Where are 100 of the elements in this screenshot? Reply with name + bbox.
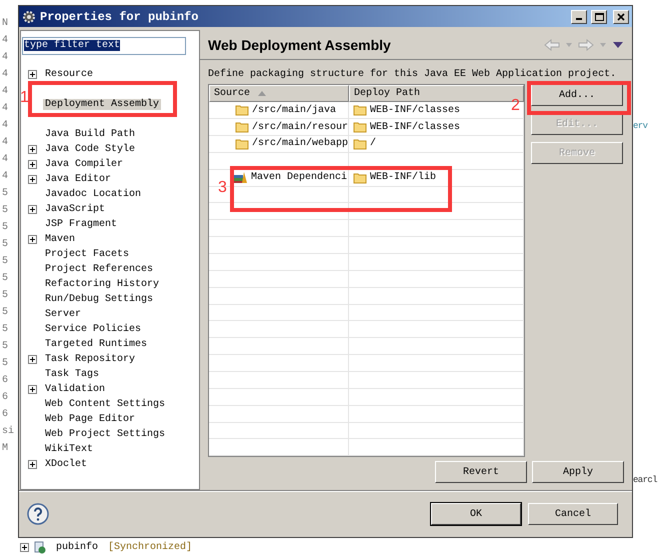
text-fragment: earcl bbox=[633, 475, 658, 485]
tree-item[interactable]: Deployment Assembly bbox=[43, 99, 162, 110]
line-number: 5 bbox=[1, 272, 10, 286]
folder-icon bbox=[353, 121, 367, 133]
expand-icon[interactable] bbox=[28, 460, 37, 470]
tree-item[interactable]: Maven bbox=[43, 234, 78, 246]
table-cell: WEB-INF/classes bbox=[370, 104, 460, 116]
tree-item[interactable]: Project Facets bbox=[43, 249, 132, 260]
line-number: 5 bbox=[1, 238, 10, 252]
tree-item[interactable]: Javadoc Location bbox=[43, 189, 144, 200]
line-number: 6 bbox=[1, 374, 10, 388]
table-cell: Maven Dependenci bbox=[251, 172, 348, 184]
line-number: 5 bbox=[1, 255, 10, 269]
line-number: 5 bbox=[1, 187, 10, 201]
expand-icon[interactable] bbox=[28, 205, 37, 214]
step-number: 1 bbox=[20, 89, 29, 107]
minimize-button[interactable] bbox=[571, 10, 587, 24]
line-number: 6 bbox=[1, 391, 10, 405]
line-number: 5 bbox=[1, 204, 10, 218]
tree-item[interactable]: Refactoring History bbox=[43, 279, 162, 290]
tree-item[interactable]: XDoclet bbox=[43, 459, 90, 470]
tree-item[interactable]: Java Code Style bbox=[43, 144, 138, 156]
line-number: 4 bbox=[1, 85, 10, 99]
maximize-icon bbox=[594, 12, 604, 21]
step-number: 3 bbox=[218, 179, 227, 197]
page-button[interactable]: Revert bbox=[435, 461, 527, 484]
help-icon[interactable] bbox=[27, 503, 49, 526]
line-number: 4 bbox=[1, 34, 10, 48]
expand-icon[interactable] bbox=[28, 145, 37, 154]
tree-item[interactable]: Web Project Settings bbox=[43, 429, 168, 440]
table-cell: /src/main/java bbox=[252, 104, 336, 116]
tree-item[interactable]: Java Build Path bbox=[43, 129, 138, 140]
page-button[interactable]: Apply bbox=[532, 461, 624, 484]
table-cell: /src/main/webapp bbox=[252, 138, 348, 150]
line-number: 5 bbox=[1, 289, 10, 303]
tree-item[interactable]: Java Editor bbox=[43, 174, 114, 186]
tree-item[interactable]: JSP Fragment bbox=[43, 219, 120, 230]
close-button[interactable] bbox=[613, 10, 629, 24]
close-icon bbox=[617, 12, 625, 21]
filter-field[interactable]: type filter text bbox=[22, 37, 186, 56]
dialog-button[interactable]: Cancel bbox=[528, 503, 618, 526]
expand-icon[interactable] bbox=[28, 355, 37, 364]
expand-icon[interactable] bbox=[20, 542, 29, 552]
tree-item[interactable]: Java Compiler bbox=[43, 159, 126, 170]
line-number: 4 bbox=[1, 136, 10, 150]
expand-icon[interactable] bbox=[28, 160, 37, 170]
tree-item[interactable]: Validation bbox=[43, 384, 108, 396]
dialog-button[interactable]: OK bbox=[431, 503, 521, 526]
table-cell: /src/main/resour bbox=[252, 122, 348, 132]
line-number: N bbox=[1, 17, 10, 31]
tree-item[interactable]: WikiText bbox=[43, 444, 96, 456]
books-icon bbox=[233, 171, 248, 184]
project-status: [Synchronized] bbox=[108, 542, 192, 552]
action-button[interactable]: Add... bbox=[531, 84, 623, 106]
line-number: M bbox=[1, 442, 10, 456]
tree-item[interactable]: Targeted Runtimes bbox=[43, 339, 150, 350]
line-number: 4 bbox=[1, 170, 10, 184]
expand-icon[interactable] bbox=[28, 385, 37, 394]
maximize-button[interactable] bbox=[591, 10, 607, 24]
tree-item[interactable]: Web Content Settings bbox=[43, 399, 168, 410]
line-number: 4 bbox=[1, 102, 10, 116]
column-header[interactable]: Source bbox=[209, 85, 349, 102]
line-number: 4 bbox=[1, 119, 10, 133]
tree-item[interactable]: Resource bbox=[43, 69, 96, 80]
expand-icon[interactable] bbox=[28, 175, 37, 184]
line-number: 4 bbox=[1, 68, 10, 82]
table-cell: WEB-INF/classes bbox=[370, 122, 460, 132]
line-number: 5 bbox=[1, 340, 10, 354]
expand-icon[interactable] bbox=[28, 235, 37, 244]
tree-item[interactable]: Web Page Editor bbox=[43, 414, 138, 426]
line-number: 6 bbox=[1, 408, 10, 422]
folder-icon bbox=[353, 172, 367, 184]
expand-icon[interactable] bbox=[28, 70, 37, 80]
tree-item[interactable]: Task Repository bbox=[43, 354, 138, 366]
window-title: Properties for pubinfo bbox=[40, 10, 200, 24]
line-number: 5 bbox=[1, 306, 10, 320]
project-name[interactable]: pubinfo bbox=[56, 542, 98, 552]
line-number: 4 bbox=[1, 153, 10, 167]
tree-item[interactable]: Run/Debug Settings bbox=[43, 294, 156, 306]
project-icon bbox=[33, 540, 46, 554]
tree-item[interactable]: Project References bbox=[43, 264, 156, 276]
gear-icon bbox=[22, 10, 36, 24]
minimize-icon bbox=[576, 18, 582, 20]
tree-item[interactable]: Task Tags bbox=[43, 369, 102, 380]
table-cell: / bbox=[370, 138, 376, 150]
line-number: 5 bbox=[1, 221, 10, 235]
line-number: 4 bbox=[1, 51, 10, 65]
tree-item[interactable]: Service Policies bbox=[43, 324, 144, 336]
tree-item[interactable]: Server bbox=[43, 309, 84, 320]
code-fragment: erv bbox=[633, 121, 649, 131]
table-cell: WEB-INF/lib bbox=[370, 172, 436, 184]
menu-icon[interactable] bbox=[612, 40, 624, 49]
description-text: Define packaging structure for this Java EE Web Application project. bbox=[208, 69, 618, 80]
folder-icon bbox=[235, 138, 249, 150]
folder-icon bbox=[353, 138, 367, 150]
tree-item[interactable]: JavaScript bbox=[43, 204, 108, 216]
line-number: 5 bbox=[1, 357, 10, 371]
page-title: Web Deployment Assembly bbox=[208, 36, 392, 53]
line-number: si bbox=[1, 424, 16, 439]
folder-icon bbox=[235, 121, 249, 133]
